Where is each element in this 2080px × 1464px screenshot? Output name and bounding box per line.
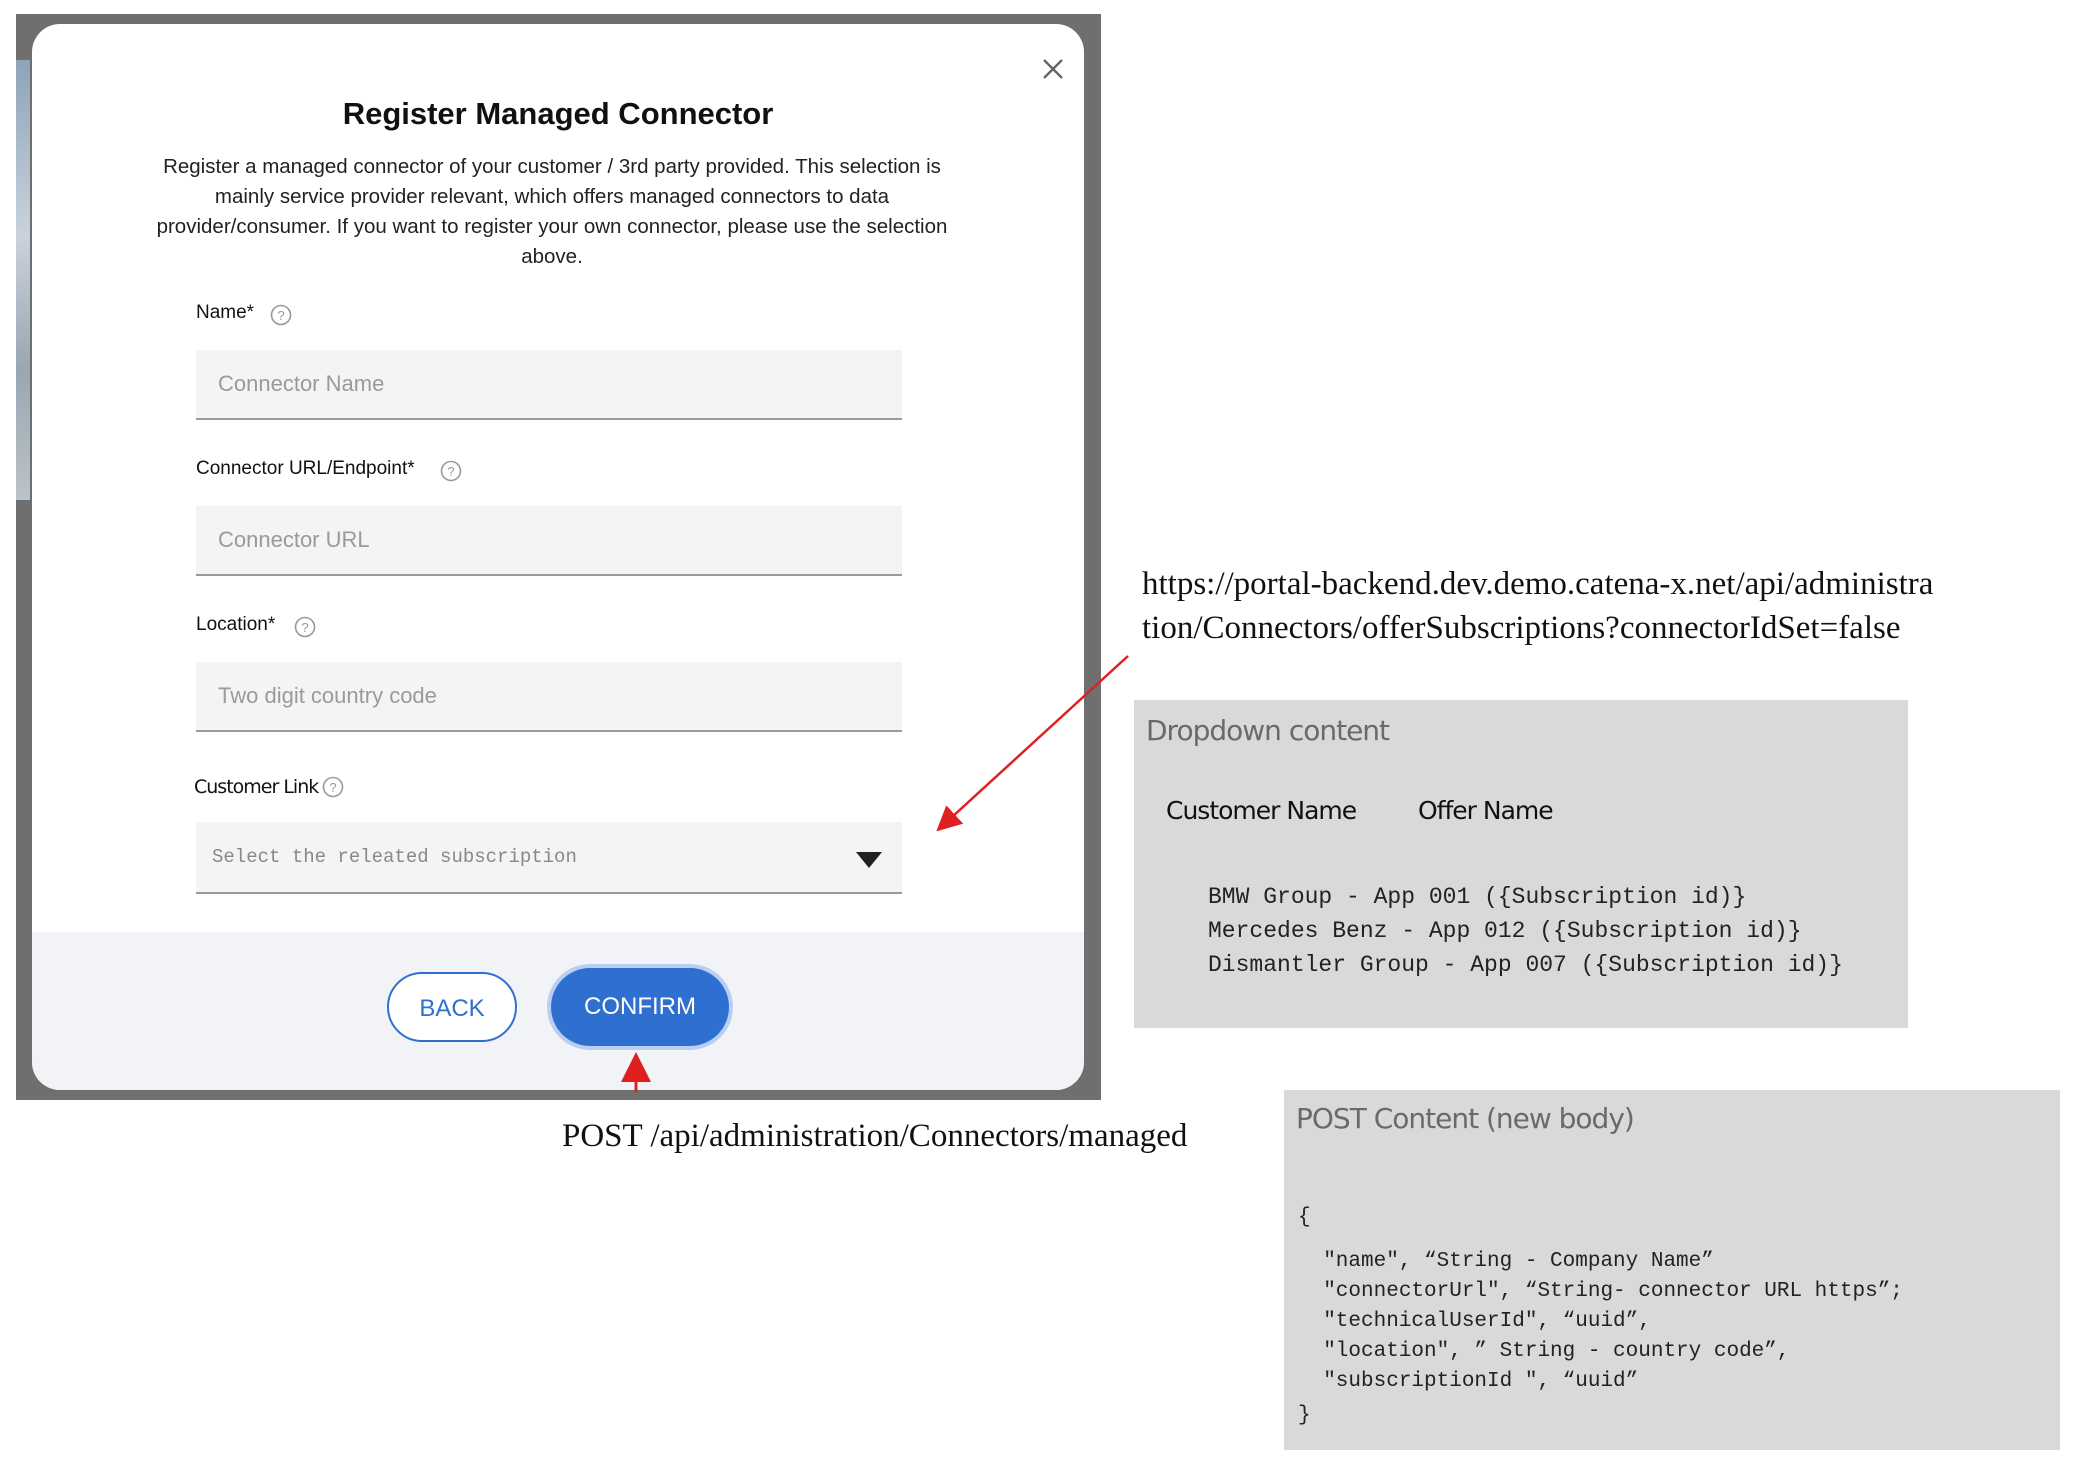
post-body-line: "technicalUserId", “uuid”, bbox=[1298, 1310, 1651, 1333]
post-endpoint-annotation: POST /api/administration/Connectors/mana… bbox=[562, 1118, 1188, 1154]
post-body-line: "name", “String - Company Name” bbox=[1298, 1250, 1714, 1273]
post-box-title: POST Content (new body) bbox=[1296, 1102, 1635, 1135]
post-content-box: POST Content (new body) { "name", “Strin… bbox=[1284, 1090, 2060, 1450]
post-body-line: } bbox=[1298, 1404, 1311, 1427]
dropdown-content-box: Dropdown content Customer Name Offer Nam… bbox=[1134, 700, 1908, 1028]
post-body-line: { bbox=[1298, 1206, 1311, 1229]
dropdown-line: Mercedes Benz - App 012 ({Subscription i… bbox=[1208, 918, 1802, 944]
dropdown-line: BMW Group - App 001 ({Subscription id)} bbox=[1208, 884, 1747, 910]
post-body-line: "connectorUrl", “String- connector URL h… bbox=[1298, 1280, 1903, 1303]
endpoint-url-annotation: https://portal-backend.dev.demo.catena-x… bbox=[1142, 566, 1934, 646]
post-body-line: "location", ” String - country code”, bbox=[1298, 1340, 1790, 1363]
arrow-to-dropdown bbox=[936, 655, 1129, 832]
dropdown-line: Dismantler Group - App 007 ({Subscriptio… bbox=[1208, 952, 1843, 978]
offer-name-header: Offer Name bbox=[1418, 796, 1554, 825]
customer-name-header: Customer Name bbox=[1166, 796, 1357, 825]
post-body-line: "subscriptionId ", “uuid” bbox=[1298, 1370, 1639, 1393]
dropdown-box-title: Dropdown content bbox=[1146, 714, 1390, 747]
